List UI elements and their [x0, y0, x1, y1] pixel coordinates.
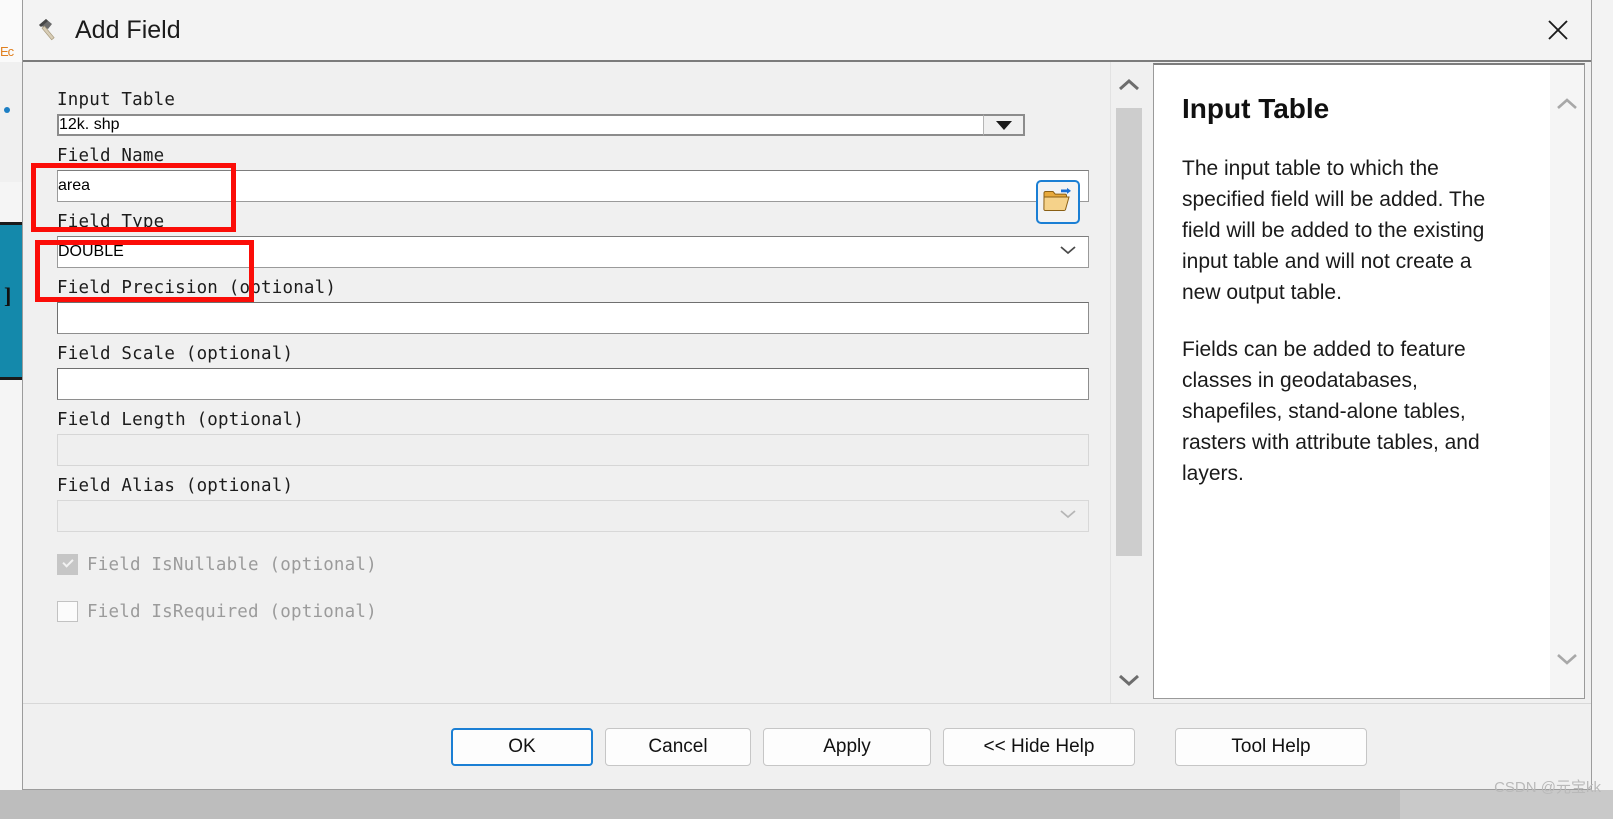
- label-field-precision: Field Precision (optional): [57, 278, 337, 298]
- dialog-footer: OK Cancel Apply << Hide Help Tool Help: [23, 703, 1591, 789]
- form-scroll-up-icon[interactable]: [1116, 68, 1142, 102]
- field-field-alias: Field Alias (optional): [57, 476, 1110, 532]
- backdrop-toc-label: Ec: [0, 44, 14, 59]
- help-pane: Input Table The input table to which the…: [1147, 62, 1591, 703]
- input-table-combobox[interactable]: 12k. shp: [57, 114, 1025, 136]
- field-input-table: Input Table 12k. shp: [57, 90, 1110, 136]
- input-table-dropdown-arrow-icon[interactable]: [983, 114, 1025, 136]
- form-scrollbar[interactable]: [1110, 62, 1147, 703]
- help-scrollbar[interactable]: [1550, 65, 1584, 698]
- field-field-length: Field Length (optional): [57, 410, 1110, 466]
- label-field-scale: Field Scale (optional): [57, 344, 294, 364]
- chevron-down-icon[interactable]: [1058, 243, 1078, 261]
- cancel-button[interactable]: Cancel: [605, 728, 751, 766]
- form-scrollbar-thumb[interactable]: [1116, 108, 1142, 556]
- field-field-scale: Field Scale (optional): [57, 344, 1110, 400]
- label-field-alias: Field Alias (optional): [57, 476, 294, 496]
- field-type-combobox[interactable]: DOUBLE: [57, 236, 1089, 268]
- chevron-down-icon[interactable]: [1058, 507, 1078, 525]
- backdrop-side-tab[interactable]: ]: [0, 222, 22, 380]
- open-folder-icon: [1043, 187, 1073, 218]
- dialog-body: Input Table 12k. shp Field Name area Fie…: [23, 62, 1591, 703]
- label-field-isnullable: Field IsNullable (optional): [87, 554, 377, 575]
- label-field-type: Field Type: [57, 212, 165, 232]
- hide-help-button[interactable]: << Hide Help: [943, 728, 1135, 766]
- backdrop-layer-dot-icon: [4, 107, 10, 113]
- help-paragraph-2: Fields can be added to feature classes i…: [1182, 338, 1480, 485]
- help-scroll-up-icon[interactable]: [1550, 87, 1584, 121]
- backdrop-status-bar-inner: [0, 790, 1400, 819]
- input-table-value: 12k. shp: [59, 116, 120, 133]
- parameter-form-scroll-area: Input Table 12k. shp Field Name area Fie…: [23, 62, 1110, 703]
- checkbox-field-isrequired[interactable]: [57, 601, 78, 622]
- field-field-precision: Field Precision (optional): [57, 278, 1110, 334]
- browse-input-table-button[interactable]: [1036, 180, 1080, 224]
- checkbox-field-isnullable[interactable]: [57, 554, 78, 575]
- tool-help-button[interactable]: Tool Help: [1175, 728, 1367, 766]
- help-paragraph-1: The input table to which the specified f…: [1182, 157, 1486, 304]
- field-name-value: area: [58, 177, 91, 194]
- field-precision-input[interactable]: [57, 302, 1089, 334]
- apply-button[interactable]: Apply: [763, 728, 931, 766]
- help-scroll-down-icon[interactable]: [1550, 642, 1584, 676]
- label-field-isrequired: Field IsRequired (optional): [87, 601, 377, 622]
- help-title: Input Table: [1182, 93, 1330, 124]
- label-input-table: Input Table: [57, 90, 176, 110]
- field-scale-input[interactable]: [57, 368, 1089, 400]
- ok-button[interactable]: OK: [451, 728, 593, 766]
- field-field-type: Field Type DOUBLE: [57, 212, 1110, 268]
- form-scroll-down-icon[interactable]: [1116, 663, 1142, 697]
- input-table-textbox[interactable]: 12k. shp: [57, 114, 983, 136]
- backdrop-status-bar: [0, 790, 1613, 819]
- field-length-input[interactable]: [57, 434, 1089, 466]
- field-field-name: Field Name area: [57, 146, 1110, 202]
- parameter-form-pane: Input Table 12k. shp Field Name area Fie…: [23, 62, 1147, 703]
- hammer-tool-icon: [33, 13, 67, 47]
- help-panel: Input Table The input table to which the…: [1153, 63, 1585, 699]
- label-field-length: Field Length (optional): [57, 410, 304, 430]
- dialog-title: Add Field: [75, 15, 181, 44]
- help-content: Input Table The input table to which the…: [1154, 65, 1550, 698]
- add-field-dialog: Add Field Input Table 12k. shp Field Nam…: [22, 0, 1592, 790]
- backdrop-side-tab-glyph: ]: [4, 283, 12, 308]
- close-icon[interactable]: [1525, 0, 1591, 59]
- checkbox-row-field-isrequired[interactable]: Field IsRequired (optional): [57, 601, 1110, 622]
- watermark: CSDN @元宝kk: [1494, 779, 1601, 796]
- label-field-name: Field Name: [57, 146, 165, 166]
- field-type-value: DOUBLE: [58, 243, 124, 260]
- dialog-titlebar: Add Field: [23, 0, 1591, 62]
- field-alias-combobox[interactable]: [57, 500, 1089, 532]
- field-name-combobox[interactable]: area: [57, 170, 1089, 202]
- checkbox-row-field-isnullable[interactable]: Field IsNullable (optional): [57, 554, 1110, 575]
